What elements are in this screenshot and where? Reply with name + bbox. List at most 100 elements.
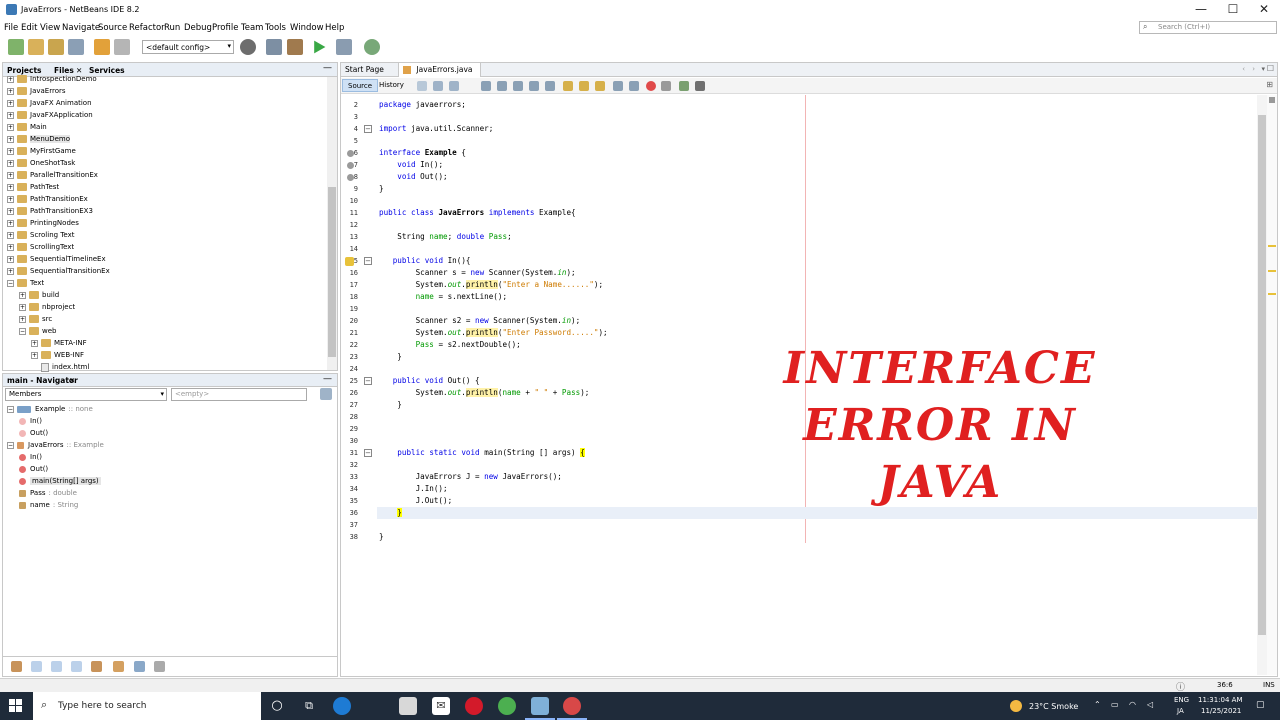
line-number[interactable]: 16: [340, 269, 358, 277]
source-view-button[interactable]: Source: [342, 79, 379, 92]
navigator-item[interactable]: In(): [19, 415, 42, 427]
maximize-editor-icon[interactable]: ☐: [1267, 64, 1274, 73]
tree-item[interactable]: + PathTransitionEx: [7, 193, 88, 205]
filter-static-icon[interactable]: [51, 661, 62, 672]
find-icon[interactable]: [481, 81, 491, 91]
save-all-icon[interactable]: [68, 39, 84, 55]
warning-mark[interactable]: [1268, 270, 1276, 272]
expand-icon[interactable]: +: [7, 99, 14, 107]
find-next-icon[interactable]: [513, 81, 523, 91]
navigator-filter-input[interactable]: <empty>: [171, 388, 307, 401]
new-file-icon[interactable]: [8, 39, 24, 55]
notification-center-icon[interactable]: ▢: [1256, 700, 1265, 710]
code-line[interactable]: }: [379, 531, 384, 543]
filter-inner-classes-icon[interactable]: [91, 661, 102, 672]
expand-icon[interactable]: +: [7, 231, 14, 239]
tree-item[interactable]: − Text: [7, 277, 44, 289]
tree-item[interactable]: − web: [19, 325, 56, 337]
tree-item[interactable]: + Main: [7, 121, 47, 133]
tree-item[interactable]: + ParallelTransitionEx: [7, 169, 98, 181]
browser-icon[interactable]: [240, 39, 256, 55]
expand-icon[interactable]: +: [7, 123, 14, 131]
tree-item[interactable]: + src: [19, 313, 52, 325]
tree-item[interactable]: + Scroling Text: [7, 229, 74, 241]
navigator-close-icon[interactable]: ✕: [69, 376, 75, 385]
implemented-method-icon[interactable]: [347, 150, 354, 157]
stop-macro-icon[interactable]: [661, 81, 671, 91]
line-number[interactable]: 36: [340, 509, 358, 517]
filter-inherited-icon[interactable]: [11, 661, 22, 672]
build-hammer-icon[interactable]: [266, 39, 282, 55]
tree-item[interactable]: + ScrollingText: [7, 241, 74, 253]
expand-icon[interactable]: +: [7, 111, 14, 119]
tree-scrollbar[interactable]: [327, 77, 337, 370]
debug-icon[interactable]: [336, 39, 352, 55]
menu-debug[interactable]: Debug: [184, 23, 212, 33]
code-fold-icon[interactable]: −: [364, 257, 372, 265]
line-number[interactable]: 34: [340, 485, 358, 493]
warning-mark[interactable]: [1268, 293, 1276, 295]
line-number[interactable]: 32: [340, 461, 358, 469]
start-macro-icon[interactable]: [646, 81, 656, 91]
menu-team[interactable]: Team: [241, 23, 263, 33]
minimize-button[interactable]: —: [1185, 0, 1217, 20]
expand-icon[interactable]: +: [19, 315, 26, 323]
line-number[interactable]: 10: [340, 197, 358, 205]
tree-item[interactable]: + MenuDemo: [7, 133, 71, 145]
screen-recorder-icon[interactable]: [563, 697, 581, 715]
collapse-icon[interactable]: −: [7, 441, 14, 449]
line-number[interactable]: 31: [340, 449, 358, 457]
cortana-icon[interactable]: ○: [268, 697, 286, 715]
expand-icon[interactable]: +: [7, 171, 14, 179]
config-select[interactable]: <default config> ▾: [142, 40, 234, 54]
toggle-highlight-icon[interactable]: [529, 81, 539, 91]
editor-scrollbar[interactable]: [1257, 95, 1267, 675]
filter-nonpublic-icon[interactable]: [71, 661, 82, 672]
line-number[interactable]: 21: [340, 329, 358, 337]
language-indicator-2[interactable]: JA: [1177, 707, 1184, 715]
weather-text[interactable]: 23°C Smoke: [1029, 702, 1078, 711]
expand-icon[interactable]: +: [19, 303, 26, 311]
shift-left-icon[interactable]: [613, 81, 623, 91]
tab-scroll-right-icon[interactable]: ›: [1252, 65, 1255, 73]
navigator-item[interactable]: name: String: [19, 499, 78, 511]
line-number[interactable]: 25: [340, 377, 358, 385]
line-number[interactable]: 30: [340, 437, 358, 445]
tree-item[interactable]: + IntrospectionDemo: [7, 73, 97, 85]
line-number[interactable]: 33: [340, 473, 358, 481]
line-number[interactable]: 22: [340, 341, 358, 349]
expand-icon[interactable]: +: [7, 219, 14, 227]
line-number[interactable]: 2: [340, 101, 358, 109]
menu-run[interactable]: Run: [164, 23, 180, 33]
code-line[interactable]: public static void main(String [] args) …: [379, 447, 585, 459]
tree-item[interactable]: + WEB-INF: [31, 349, 84, 361]
tree-item[interactable]: + PathTest: [7, 181, 59, 193]
opera-browser-icon[interactable]: [465, 697, 483, 715]
tab-scroll-left-icon[interactable]: ‹: [1242, 65, 1245, 73]
tree-item[interactable]: + JavaFX Animation: [7, 97, 92, 109]
expand-icon[interactable]: +: [7, 135, 14, 143]
line-number[interactable]: 5: [340, 137, 358, 145]
navigator-filter-select[interactable]: Members ▾: [5, 388, 167, 401]
mail-icon[interactable]: ✉: [432, 697, 450, 715]
tray-chevron-up-icon[interactable]: ⌃: [1094, 700, 1101, 709]
redo-icon[interactable]: [114, 39, 130, 55]
navigator-item[interactable]: main(String[] args): [19, 475, 101, 487]
code-line[interactable]: void Out();: [379, 171, 447, 183]
line-number[interactable]: 18: [340, 293, 358, 301]
navigator-title[interactable]: main - Navigator: [7, 376, 78, 385]
previous-bookmark-icon[interactable]: [563, 81, 573, 91]
tree-item[interactable]: + JavaErrors: [7, 85, 66, 97]
menu-source[interactable]: Source: [98, 23, 127, 33]
menu-profile[interactable]: Profile: [212, 23, 238, 33]
history-view-button[interactable]: History: [374, 79, 409, 92]
code-line[interactable]: }: [379, 351, 402, 363]
collapse-icon[interactable]: −: [19, 327, 26, 335]
find-previous-icon[interactable]: [497, 81, 507, 91]
expand-icon[interactable]: +: [7, 255, 14, 263]
expand-icon[interactable]: +: [7, 87, 14, 95]
line-number[interactable]: 29: [340, 425, 358, 433]
network-icon[interactable]: ▭: [1111, 700, 1119, 709]
line-number[interactable]: 24: [340, 365, 358, 373]
code-line[interactable]: }: [379, 399, 402, 411]
